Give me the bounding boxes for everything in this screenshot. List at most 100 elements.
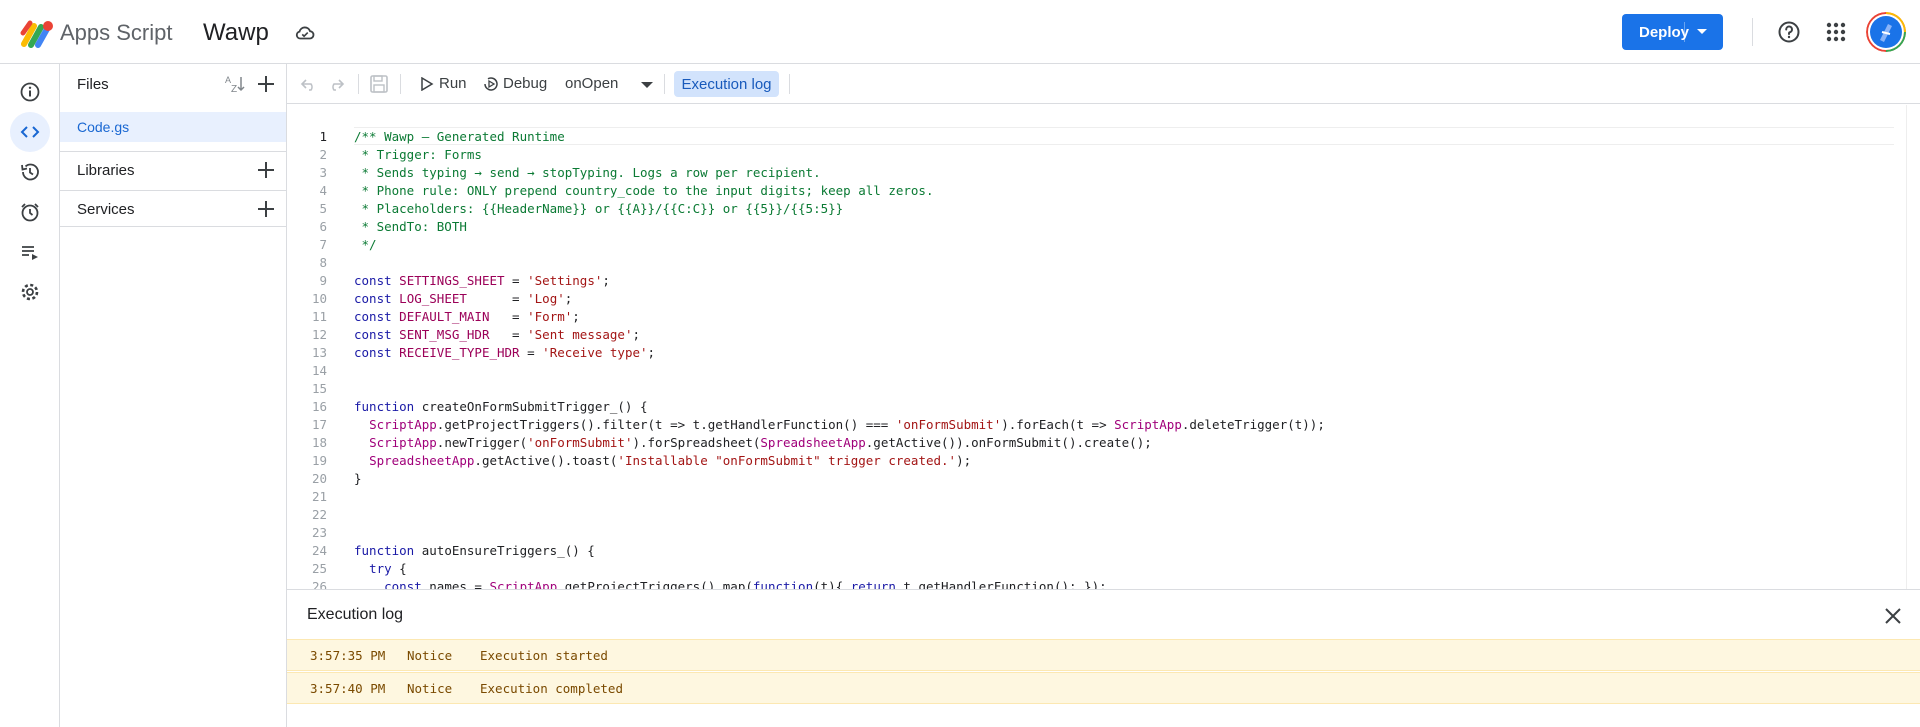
run-button[interactable]: Run <box>439 75 467 92</box>
line-number: 12 <box>311 327 327 342</box>
log-time: 3:57:40 PM <box>310 681 386 696</box>
log-time: 3:57:35 PM <box>310 648 386 663</box>
line-number: 11 <box>311 309 327 324</box>
add-file-icon[interactable] <box>256 74 276 94</box>
executions-list-icon <box>22 246 38 260</box>
code-text: ScriptApp.getProjectTriggers().filter(t … <box>369 417 1325 432</box>
header-divider <box>1752 18 1753 46</box>
line-number: 2 <box>319 147 327 162</box>
save-icon[interactable] <box>369 74 389 94</box>
line-number: 22 <box>311 507 327 522</box>
app-name[interactable]: Apps Script <box>60 20 173 46</box>
log-message: Execution completed <box>480 681 623 696</box>
code-text: */ <box>354 237 377 252</box>
debug-button[interactable]: Debug <box>503 75 547 92</box>
code-icon <box>20 126 40 138</box>
code-text: SpreadsheetApp.getActive().toast('Instal… <box>369 453 972 468</box>
line-number: 1 <box>319 129 327 144</box>
code-text: const RECEIVE_TYPE_HDR = 'Receive type'; <box>354 345 656 360</box>
line-number: 3 <box>319 165 327 180</box>
line-number: 4 <box>319 183 327 198</box>
rail-overview[interactable] <box>10 72 50 112</box>
code-text: const names = ScriptApp.getProjectTrigge… <box>384 579 1107 589</box>
code-text: const DEFAULT_MAIN = 'Form'; <box>354 309 580 324</box>
rail-triggers[interactable] <box>10 192 50 232</box>
libraries-section[interactable]: Libraries <box>60 151 287 187</box>
line-number: 13 <box>311 345 327 360</box>
libraries-label: Libraries <box>77 162 135 179</box>
code-text: function createOnFormSubmitTrigger_() { <box>354 399 648 414</box>
top-bar: Apps Script Wawp Deploy <box>0 0 1920 64</box>
code-text: ScriptApp.newTrigger('onFormSubmit').for… <box>369 435 1152 450</box>
deploy-button[interactable]: Deploy <box>1622 14 1723 50</box>
rail-project-history[interactable] <box>10 152 50 192</box>
sort-az-icon[interactable]: A Z <box>224 74 246 94</box>
file-item-code-gs[interactable]: Code.gs <box>60 112 286 142</box>
help-icon[interactable] <box>1777 20 1801 44</box>
line-number: 14 <box>311 363 327 378</box>
line-number: 16 <box>311 399 327 414</box>
toolbar-separator <box>664 74 665 94</box>
svg-text:Z: Z <box>231 84 237 94</box>
toolbar-separator <box>400 74 401 94</box>
services-label: Services <box>77 201 135 218</box>
deploy-separator <box>1684 22 1685 42</box>
line-number: 6 <box>319 219 327 234</box>
rail-editor[interactable] <box>10 112 50 152</box>
line-number: 5 <box>319 201 327 216</box>
run-icon[interactable] <box>420 77 434 91</box>
line-number: 21 <box>311 489 327 504</box>
code-text: * Sends typing → send → stopTyping. Logs… <box>354 165 821 180</box>
function-dropdown-icon[interactable] <box>641 82 653 88</box>
deploy-dropdown-icon[interactable] <box>1697 29 1707 34</box>
account-avatar[interactable] <box>1866 12 1906 52</box>
line-number: 19 <box>311 453 327 468</box>
history-icon <box>21 163 39 181</box>
function-select[interactable]: onOpen <box>565 75 618 92</box>
alarm-clock-icon <box>21 203 39 222</box>
code-text: * Trigger: Forms <box>354 147 482 162</box>
rail-executions[interactable] <box>10 232 50 272</box>
project-name[interactable]: Wawp <box>203 19 269 47</box>
services-section[interactable]: Services <box>60 190 287 226</box>
line-number: 26 <box>311 579 327 589</box>
code-text: } <box>354 471 362 486</box>
log-level: Notice <box>407 648 453 663</box>
close-icon[interactable] <box>1882 605 1904 627</box>
code-text: * SendTo: BOTH <box>354 219 467 234</box>
log-message: Execution started <box>480 648 608 663</box>
files-title: Files <box>77 76 109 93</box>
code-text: * Placeholders: {{HeaderName}} or {{A}}/… <box>354 201 844 216</box>
line-number: 18 <box>311 435 327 450</box>
editor-toolbar: Run Debug onOpen Execution log <box>287 64 1920 104</box>
toolbar-separator <box>789 74 790 94</box>
line-number: 8 <box>319 255 327 270</box>
line-number: 15 <box>311 381 327 396</box>
code-text: const LOG_SHEET = 'Log'; <box>354 291 573 306</box>
cloud-saved-icon <box>295 26 315 40</box>
apps-script-logo-icon[interactable] <box>20 18 54 48</box>
code-editor[interactable]: 1 /** Wawp – Generated Runtime 2 * Trigger… <box>287 105 1920 589</box>
code-text: function autoEnsureTriggers_() { <box>354 543 595 558</box>
line-number: 25 <box>311 561 327 576</box>
toolbar-separator <box>358 74 359 94</box>
code-text: try { <box>369 561 407 576</box>
file-name: Code.gs <box>77 119 130 135</box>
line-number: 9 <box>319 273 327 288</box>
google-apps-icon[interactable] <box>1826 22 1846 42</box>
info-icon <box>20 82 40 102</box>
left-nav-rail <box>0 64 60 727</box>
add-library-icon[interactable] <box>256 160 276 180</box>
undo-icon[interactable] <box>300 75 318 93</box>
line-number: 10 <box>311 291 327 306</box>
files-divider <box>60 226 287 227</box>
debug-icon[interactable] <box>482 75 500 93</box>
execution-log-button[interactable]: Execution log <box>674 71 779 97</box>
line-number: 17 <box>311 417 327 432</box>
rail-settings[interactable] <box>10 272 50 312</box>
add-service-icon[interactable] <box>256 199 276 219</box>
execution-log-title: Execution log <box>307 606 404 623</box>
current-line-highlight <box>354 127 1894 145</box>
editor-scrollbar[interactable] <box>1906 105 1920 589</box>
redo-icon[interactable] <box>327 75 345 93</box>
